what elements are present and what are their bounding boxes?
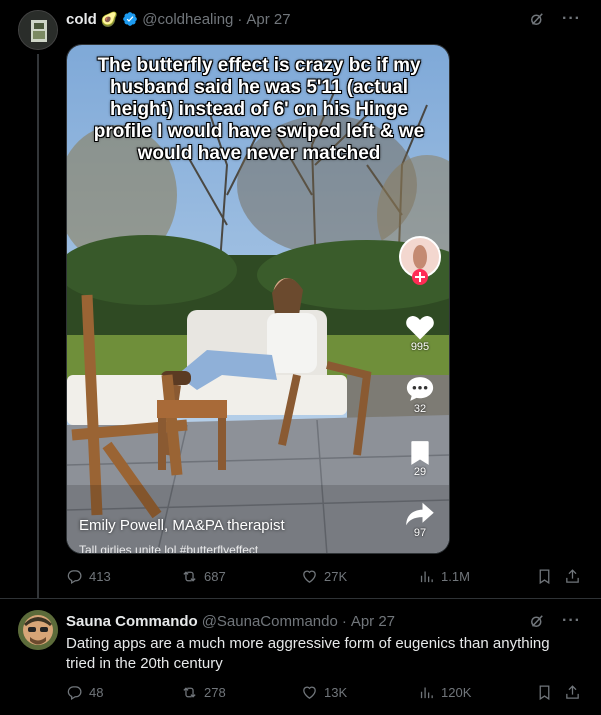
like-button[interactable]: 13K [301,684,347,701]
tweet-actions: 413 687 27K 1.1M [66,568,586,588]
share-button[interactable] [564,568,581,585]
views-icon [420,687,433,699]
video-author: Emily Powell, MA&PA therapist [79,517,285,534]
reply-icon [67,686,82,701]
reply-button[interactable]: 48 [66,684,103,701]
save-icon[interactable]: 29 [395,440,445,478]
avatar[interactable] [18,10,58,50]
display-name[interactable]: Sauna Commando [66,613,198,630]
grok-icon[interactable] [528,10,546,28]
share-arrow-icon[interactable]: 97 [395,501,445,539]
more-icon[interactable]: ··· [562,613,581,629]
verified-badge-icon [122,11,138,27]
avocado-emoji: 🥑 [100,10,119,27]
handle[interactable]: @SaunaCommando [202,613,338,630]
separator: · [237,10,243,28]
grok-icon[interactable] [528,612,546,630]
timestamp[interactable]: Apr 27 [246,11,290,28]
share-icon [566,569,579,583]
reply-button[interactable]: 413 [66,568,111,585]
repost-button[interactable]: 687 [181,568,226,585]
tweet-actions: 48 278 13K 120K [66,684,586,704]
like-icon [303,686,316,699]
repost-button[interactable]: 278 [181,684,226,701]
like-icon [303,570,316,583]
video-like-count: 995 [410,341,430,353]
timestamp[interactable]: Apr 27 [351,613,395,630]
views-count: 1.1M [441,569,470,584]
video-media[interactable]: The butterfly effect is crazy bc if my h… [66,44,450,554]
reply-icon [67,570,82,585]
views-button[interactable]: 120K [418,684,471,701]
share-button[interactable] [564,684,581,701]
tweet-header: cold 🥑 @coldhealing · Apr 27 [66,9,291,29]
separator: · [341,612,347,630]
display-name[interactable]: cold [66,11,97,28]
reply-count: 413 [89,569,111,584]
creator-avatar[interactable] [395,235,445,285]
reply-count: 48 [89,685,104,700]
heart-icon[interactable]: 995 [395,313,445,353]
video-comment-count: 32 [413,403,427,415]
repost-count: 278 [204,685,226,700]
repost-count: 687 [204,569,226,584]
video-tags: Tall girlies unite lol #butterflyeffect [79,543,259,554]
tweet-top-icons: ··· [528,10,581,28]
views-count: 120K [441,685,472,700]
tweet-top-icons: ··· [528,612,581,630]
comment-icon[interactable]: 32 [395,375,445,415]
bookmark-icon [539,685,550,701]
views-button[interactable]: 1.1M [418,568,470,585]
bookmark-button[interactable] [536,684,553,701]
repost-icon [183,687,196,698]
like-count: 27K [324,569,348,584]
tweet-cold[interactable]: cold 🥑 @coldhealing · Apr 27 ··· The but… [0,0,601,598]
video-caption: The butterfly effect is crazy bc if my h… [93,55,425,164]
like-count: 13K [324,685,348,700]
bookmark-icon [539,569,550,585]
avatar[interactable] [18,610,58,650]
like-button[interactable]: 27K [301,568,347,585]
more-icon[interactable]: ··· [562,11,581,27]
repost-icon [183,571,196,582]
tweet-text: Dating apps are a much more aggressive f… [66,635,550,672]
tweet-sauna-commando[interactable]: Sauna Commando @SaunaCommando · Apr 27 ·… [0,599,601,715]
thread-line [37,54,39,598]
views-icon [420,571,433,583]
tweet-header: Sauna Commando @SaunaCommando · Apr 27 [66,611,395,631]
bookmark-button[interactable] [536,568,553,585]
share-icon [566,685,579,699]
video-share-count: 97 [413,527,427,539]
handle[interactable]: @coldhealing [142,11,233,28]
video-save-count: 29 [413,466,427,478]
